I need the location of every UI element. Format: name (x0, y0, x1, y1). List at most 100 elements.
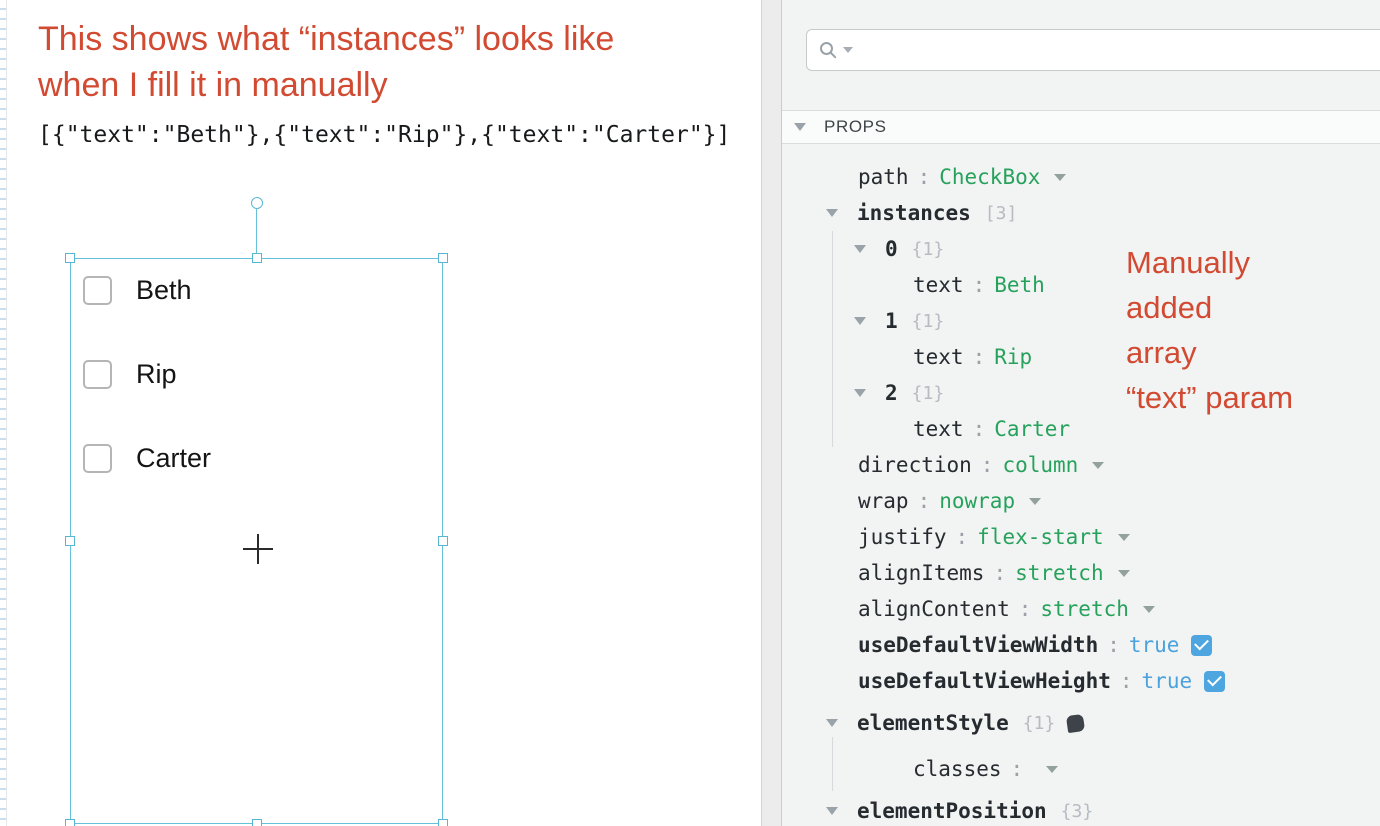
annotation-line-1: This shows what “instances” looks like (38, 20, 615, 58)
json-preview-text: [{"text":"Beth"},{"text":"Rip"},{"text":… (38, 122, 731, 148)
search-box[interactable] (806, 29, 1380, 71)
prop-key: direction (858, 453, 972, 477)
colon: : (1018, 597, 1032, 621)
prop-row-direction: direction : column (782, 447, 1380, 483)
count-badge: [3] (984, 202, 1018, 224)
disclosure-triangle-icon[interactable] (794, 123, 806, 131)
resize-handle-w[interactable] (65, 536, 75, 546)
chevron-down-icon[interactable] (1092, 461, 1105, 469)
count-badge: {3} (1060, 800, 1094, 822)
prop-row-elementStyle[interactable]: elementStyle {1} (782, 705, 1380, 741)
prop-row-elementPosition[interactable]: elementPosition {3} (782, 793, 1380, 826)
prop-row-useDefaultViewHeight: useDefaultViewHeight : true (782, 663, 1380, 699)
annotation-line-4: “text” param (1126, 380, 1294, 415)
count-badge: {1} (1022, 712, 1056, 734)
count-badge: {1} (911, 310, 945, 332)
checkbox[interactable] (83, 276, 112, 305)
selected-element[interactable]: Beth Rip Carter (65, 197, 448, 826)
resize-handle-nw[interactable] (65, 253, 75, 263)
prop-key: text (913, 345, 964, 369)
chevron-down-icon[interactable] (1029, 497, 1042, 505)
resize-handle-s[interactable] (251, 819, 262, 826)
rotate-handle[interactable] (250, 197, 263, 209)
prop-value[interactable]: stretch (1040, 597, 1129, 621)
resize-handle-sw[interactable] (65, 819, 75, 826)
prop-value[interactable]: stretch (1015, 561, 1104, 585)
prop-key: elementPosition (857, 799, 1047, 823)
inspector-panel: PROPS path : CheckBox instances [3] 0 {1… (782, 0, 1380, 826)
annotation-line-2: added (1126, 290, 1213, 325)
checkbox-label: Rip (136, 359, 177, 389)
prop-row-wrap: wrap : nowrap (782, 483, 1380, 519)
prop-row-instances[interactable]: instances [3] (782, 195, 1380, 231)
annotation-line-1: Manually (1126, 245, 1251, 280)
colon: : (955, 525, 969, 549)
annotation-line-3: array (1126, 335, 1197, 370)
checkbox-option: Beth (83, 275, 192, 306)
disclosure-triangle-icon[interactable] (826, 807, 838, 815)
style-swatch-icon[interactable] (1066, 713, 1086, 733)
colon: : (1119, 669, 1133, 693)
colon: : (1010, 757, 1024, 781)
left-ruler (0, 0, 7, 826)
prop-key: path (858, 165, 909, 189)
prop-value[interactable]: Beth (994, 273, 1045, 297)
prop-key: instances (857, 201, 971, 225)
prop-value[interactable]: Carter (994, 417, 1070, 441)
chevron-down-icon[interactable] (1046, 765, 1059, 773)
panel-divider (761, 0, 782, 826)
disclosure-triangle-icon[interactable] (826, 719, 838, 727)
checked-checkbox[interactable] (1191, 634, 1213, 656)
resize-handle-ne[interactable] (438, 253, 448, 263)
checked-checkbox[interactable] (1204, 670, 1226, 692)
prop-key: 0 (885, 237, 898, 261)
prop-value[interactable]: Rip (994, 345, 1032, 369)
prop-key: elementStyle (857, 711, 1009, 735)
disclosure-triangle-icon[interactable] (854, 389, 866, 397)
chevron-down-icon[interactable] (1117, 533, 1130, 541)
checkbox[interactable] (83, 360, 112, 389)
prop-key: justify (858, 525, 947, 549)
colon: : (972, 345, 986, 369)
props-section-header[interactable]: PROPS (782, 110, 1380, 144)
prop-key: alignContent (858, 597, 1010, 621)
resize-handle-se[interactable] (438, 819, 448, 826)
prop-key: classes (913, 757, 1002, 781)
prop-value[interactable]: nowrap (939, 489, 1015, 513)
app-window: This shows what “instances” looks like w… (0, 0, 1380, 826)
prop-value[interactable]: column (1002, 453, 1078, 477)
checkbox-label: Carter (136, 443, 212, 473)
prop-row-justify: justify : flex-start (782, 519, 1380, 555)
prop-key: text (913, 273, 964, 297)
disclosure-triangle-icon[interactable] (854, 317, 866, 325)
section-title: PROPS (824, 117, 887, 136)
prop-key: 2 (885, 381, 898, 405)
resize-handle-n[interactable] (251, 253, 262, 263)
prop-row-path: path : CheckBox (782, 159, 1380, 195)
prop-key: text (913, 417, 964, 441)
prop-value[interactable]: flex-start (977, 525, 1103, 549)
prop-key: 1 (885, 309, 898, 333)
disclosure-triangle-icon[interactable] (854, 245, 866, 253)
checkbox[interactable] (83, 444, 112, 473)
canvas-annotation: This shows what “instances” looks like w… (38, 16, 614, 108)
prop-value: true (1141, 669, 1193, 693)
colon: : (1107, 633, 1120, 657)
count-badge: {1} (911, 238, 945, 260)
chevron-down-icon[interactable] (1054, 173, 1067, 181)
colon: : (917, 165, 931, 189)
search-input[interactable] (859, 39, 1380, 61)
prop-value[interactable]: CheckBox (939, 165, 1040, 189)
design-canvas[interactable]: This shows what “instances” looks like w… (8, 0, 761, 826)
resize-handle-e[interactable] (438, 536, 448, 546)
prop-row-alignItems: alignItems : stretch (782, 555, 1380, 591)
disclosure-triangle-icon[interactable] (826, 209, 838, 217)
prop-value: true (1128, 633, 1180, 657)
prop-key: wrap (858, 489, 909, 513)
colon: : (993, 561, 1007, 585)
chevron-down-icon[interactable] (1142, 605, 1155, 613)
search-scope-caret-icon[interactable] (843, 47, 853, 53)
colon: : (972, 273, 986, 297)
colon: : (980, 453, 994, 477)
chevron-down-icon[interactable] (1117, 569, 1130, 577)
